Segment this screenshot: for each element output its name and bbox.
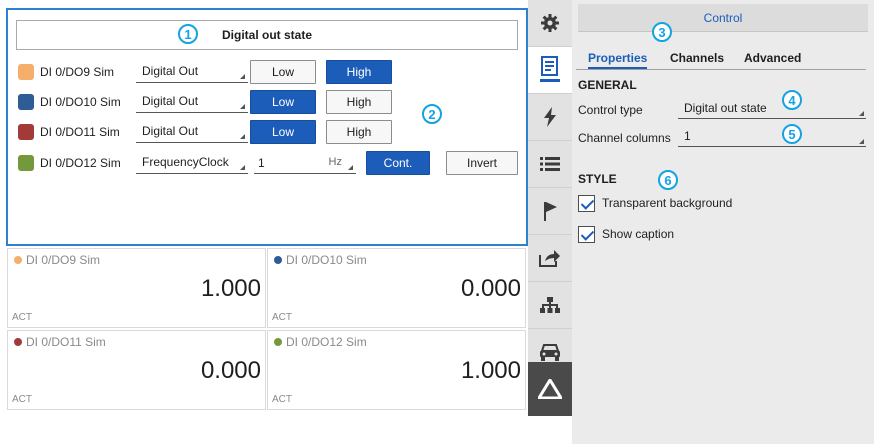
tab-properties[interactable] [528, 47, 572, 94]
show-caption-checkbox[interactable] [578, 226, 595, 243]
tile-value: 0.000 [460, 275, 521, 302]
tile-channel-name: DI 0/DO10 Sim [286, 253, 367, 267]
low-button[interactable]: Low [250, 60, 316, 84]
low-button[interactable]: Low [250, 90, 316, 114]
tile-value: 0.000 [200, 357, 261, 384]
channel-row-do10: DI 0/DO10 Sim Digital Out Low High [18, 90, 524, 114]
tile-channel-name: DI 0/DO11 Sim [26, 335, 106, 349]
low-button[interactable]: Low [250, 120, 316, 144]
transparent-background-label: Transparent background [602, 196, 733, 210]
channel-tile-do12[interactable]: DI 0/DO12 Sim 1.000 ACT [267, 330, 526, 410]
mode-select[interactable]: FrequencyClock [136, 152, 248, 174]
show-caption-label: Show caption [602, 227, 675, 241]
high-button[interactable]: High [326, 120, 392, 144]
tab-events[interactable] [528, 94, 572, 141]
channel-row-do11: DI 0/DO11 Sim Digital Out Low High [18, 120, 524, 144]
transparent-background-checkbox[interactable] [578, 195, 595, 212]
gear-icon [541, 14, 559, 32]
frequency-input[interactable]: 1 Hz [254, 152, 356, 174]
tile-value: 1.000 [460, 357, 521, 384]
tab-channels-label[interactable]: Channels [670, 51, 724, 65]
control-type-label: Control type [578, 103, 643, 117]
properties-icon [540, 56, 560, 82]
side-tab-bar [528, 0, 572, 416]
tab-export[interactable] [528, 235, 572, 282]
channel-dot [274, 256, 282, 264]
high-button[interactable]: High [326, 60, 392, 84]
tile-unit: ACT [272, 312, 292, 323]
channel-tile-do11[interactable]: DI 0/DO11 Sim 0.000 ACT [7, 330, 266, 410]
channel-color-swatch [18, 64, 34, 80]
section-general: GENERAL [578, 78, 637, 92]
tile-unit: ACT [12, 312, 32, 323]
channel-dot [14, 338, 22, 346]
frequency-unit: Hz [328, 156, 342, 168]
mode-select[interactable]: Digital Out [136, 91, 248, 113]
callout-badge-4: 4 [782, 90, 802, 110]
tab-network[interactable] [528, 282, 572, 329]
section-style: STYLE [578, 172, 617, 186]
channel-dot [14, 256, 22, 264]
frequency-value: 1 [258, 156, 265, 170]
tile-unit: ACT [12, 394, 32, 405]
callout-badge-3: 3 [652, 22, 672, 42]
tile-title: DI 0/DO9 Sim [14, 253, 100, 267]
channel-row-do12: DI 0/DO12 Sim FrequencyClock 1 Hz Cont. … [18, 151, 524, 175]
channel-columns-select[interactable]: 1 [678, 129, 866, 147]
callout-badge-6: 6 [658, 170, 678, 190]
channel-name: DI 0/DO9 Sim [40, 65, 115, 79]
properties-panel: Control 3 Properties Channels Advanced G… [572, 0, 874, 444]
tab-settings[interactable] [528, 0, 572, 47]
tile-title: DI 0/DO11 Sim [14, 335, 106, 349]
channel-name: DI 0/DO12 Sim [40, 156, 121, 170]
channel-tile-do9[interactable]: DI 0/DO9 Sim 1.000 ACT [7, 248, 266, 328]
mode-select[interactable]: Digital Out [136, 121, 248, 143]
continuous-button[interactable]: Cont. [366, 151, 430, 175]
control-widget[interactable]: Digital out state DI 0/DO9 Sim Digital O… [6, 8, 528, 246]
tile-title: DI 0/DO12 Sim [274, 335, 367, 349]
channel-name: DI 0/DO10 Sim [40, 95, 121, 109]
tab-properties-label[interactable]: Properties [588, 51, 648, 69]
tab-list[interactable] [528, 141, 572, 188]
channel-tile-do10[interactable]: DI 0/DO10 Sim 0.000 ACT [267, 248, 526, 328]
tab-logo[interactable] [528, 362, 572, 416]
channel-color-swatch [18, 155, 34, 171]
logo-icon [538, 379, 562, 399]
control-caption-text: Digital out state [221, 28, 312, 42]
car-icon [540, 344, 560, 361]
channel-dot [274, 338, 282, 346]
mode-select[interactable]: Digital Out [136, 61, 248, 83]
channel-columns-label: Channel columns [578, 131, 671, 145]
tile-channel-name: DI 0/DO12 Sim [286, 335, 367, 349]
tile-channel-name: DI 0/DO9 Sim [26, 253, 101, 267]
callout-badge-2: 2 [422, 104, 442, 124]
lightning-icon [544, 107, 556, 127]
flag-icon [544, 202, 557, 221]
callout-badge-1: 1 [178, 24, 198, 44]
network-icon [540, 297, 560, 313]
channel-row-do9: DI 0/DO9 Sim Digital Out Low High [18, 60, 524, 84]
share-icon [539, 250, 560, 267]
tile-unit: ACT [272, 394, 292, 405]
channel-name: DI 0/DO11 Sim [40, 125, 120, 139]
channel-color-swatch [18, 124, 34, 140]
tile-title: DI 0/DO10 Sim [274, 253, 367, 267]
control-caption: Digital out state [16, 20, 518, 50]
tab-markers[interactable] [528, 188, 572, 235]
channel-color-swatch [18, 94, 34, 110]
high-button[interactable]: High [326, 90, 392, 114]
panel-title: Control [578, 4, 868, 32]
properties-tabs: Properties Channels Advanced [576, 50, 866, 70]
list-icon [540, 157, 560, 171]
callout-badge-5: 5 [782, 124, 802, 144]
control-type-select[interactable]: Digital out state [678, 101, 866, 119]
invert-button[interactable]: Invert [446, 151, 518, 175]
tab-advanced-label[interactable]: Advanced [744, 51, 801, 65]
tile-value: 1.000 [200, 275, 261, 302]
